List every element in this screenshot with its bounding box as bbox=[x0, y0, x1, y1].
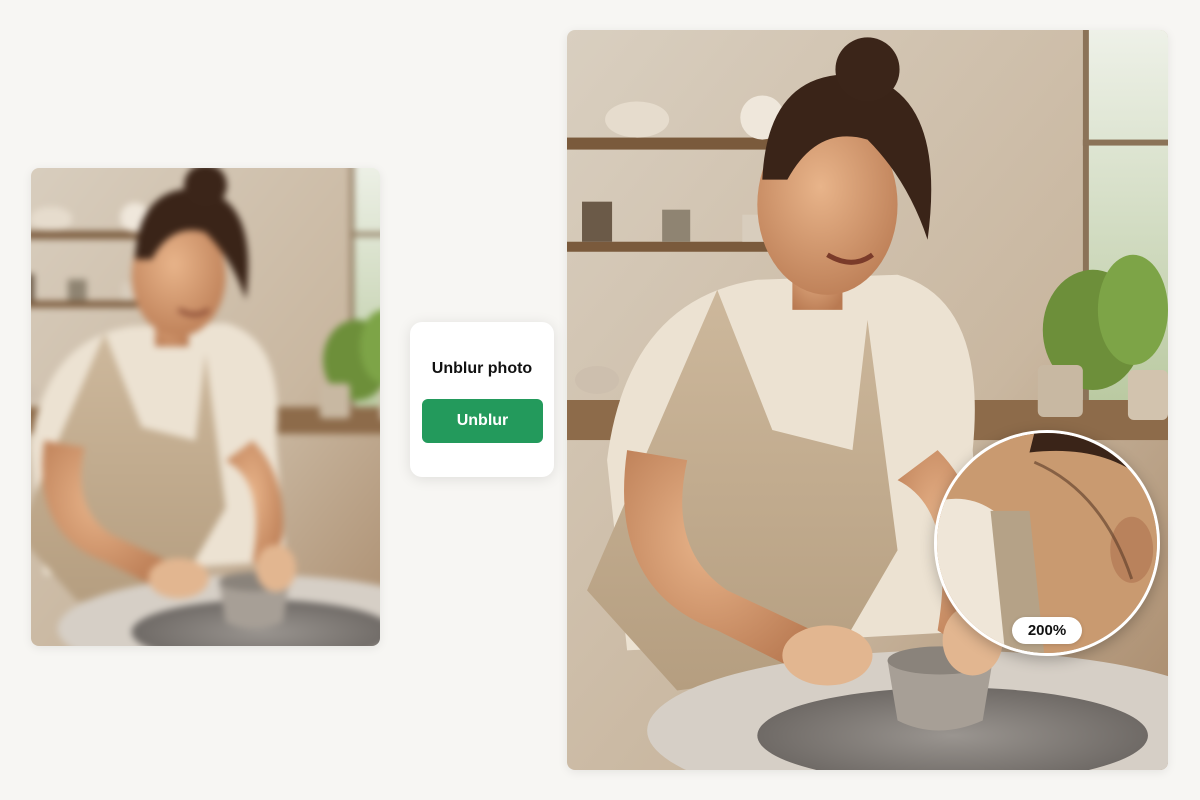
zoom-level-badge: 200% bbox=[1012, 617, 1082, 644]
unblur-button[interactable]: Unblur bbox=[422, 399, 543, 443]
unblur-card: Unblur photo Unblur bbox=[410, 322, 554, 477]
card-title: Unblur photo bbox=[431, 360, 533, 377]
sharpened-portrait-image bbox=[567, 30, 1168, 770]
blurred-portrait-image bbox=[31, 168, 380, 646]
